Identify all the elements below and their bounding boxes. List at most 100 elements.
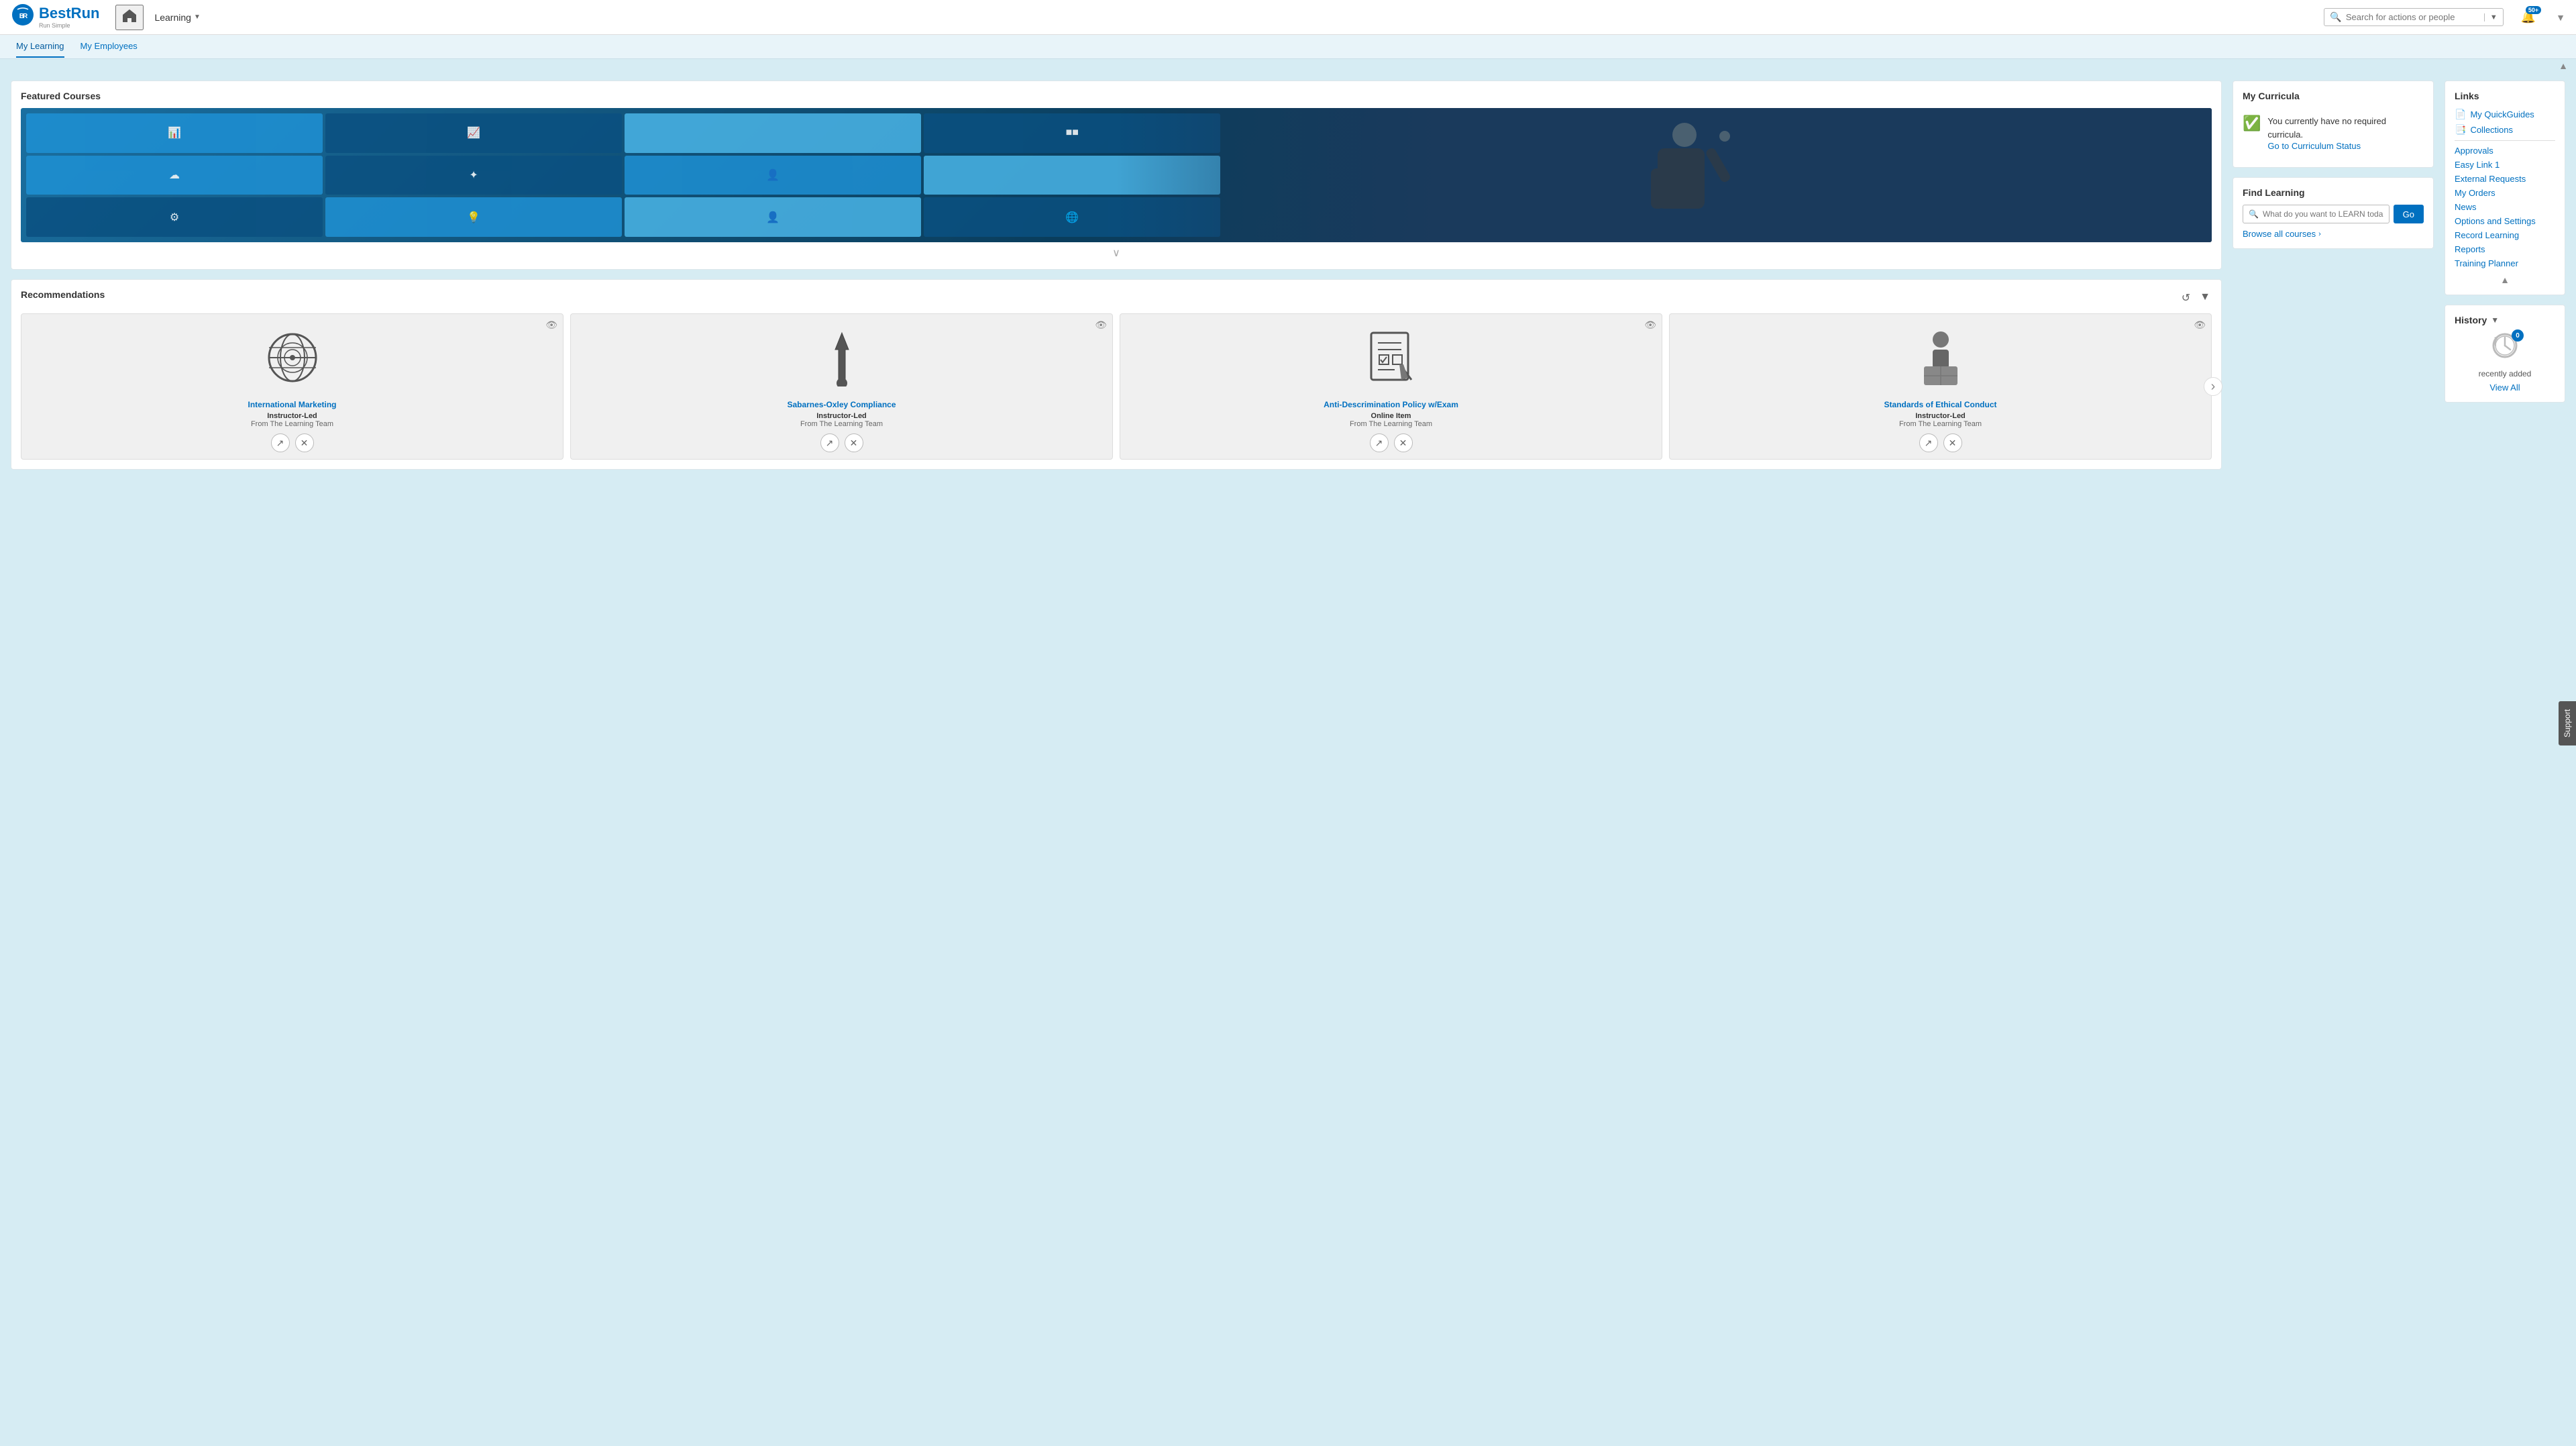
course-card-sarbanes: 👁 Sabarnes-Oxley Compliance Instructor-L… (570, 313, 1113, 460)
course-type-sarbanes: Instructor-Led (816, 412, 867, 420)
link-quickguides-label[interactable]: My QuickGuides (2470, 109, 2534, 119)
links-collapse-button[interactable]: ▲ (2455, 274, 2555, 285)
learning-nav[interactable]: Learning ▼ (154, 12, 200, 23)
browse-courses-label: Browse all courses (2243, 229, 2316, 239)
main-content: Featured Courses 📊 📈 ■■ ☁ ✦ 👤 ⚙ 💡 👤 🌐 (0, 72, 2576, 478)
link-reports[interactable]: Reports (2455, 242, 2555, 256)
history-view-all-link[interactable]: View All (2489, 382, 2520, 393)
course-remove-sarbanes[interactable]: ✕ (845, 433, 863, 452)
browse-courses-link[interactable]: Browse all courses › (2243, 229, 2424, 239)
history-icon-area: 0 (2491, 332, 2518, 365)
check-icon: ✅ (2243, 115, 2261, 132)
course-share-sarbanes[interactable]: ↗ (820, 433, 839, 452)
collections-icon: 📑 (2455, 124, 2466, 136)
nav-end-chevron[interactable]: ▼ (2556, 12, 2565, 23)
sub-navigation: My Learning My Employees (0, 35, 2576, 59)
search-input[interactable] (2346, 12, 2480, 22)
quickguides-icon: 📄 (2455, 109, 2466, 120)
course-remove-conduct[interactable]: ✕ (1943, 433, 1962, 452)
featured-tiles: 📊 📈 ■■ ☁ ✦ 👤 ⚙ 💡 👤 🌐 (21, 108, 1226, 242)
subnav-my-learning[interactable]: My Learning (16, 36, 64, 58)
courses-grid-wrapper: 👁 (21, 313, 2212, 460)
link-training-planner[interactable]: Training Planner (2455, 256, 2555, 270)
logo-subtitle: Run Simple (39, 22, 99, 29)
notifications-button[interactable]: 🔔 50+ (2514, 7, 2542, 27)
home-button[interactable] (115, 5, 144, 30)
notifications-badge: 50+ (2526, 6, 2541, 14)
course-actions-anti: ↗ ✕ (1370, 433, 1413, 452)
tile-1: 📊 (26, 113, 323, 153)
featured-courses-title: Featured Courses (21, 91, 2212, 101)
learning-nav-label: Learning (154, 12, 191, 23)
recommendations-title: Recommendations (21, 289, 105, 300)
course-title-conduct[interactable]: Standards of Ethical Conduct (1884, 400, 1996, 409)
search-icon: 🔍 (2330, 11, 2341, 23)
course-title-sarbanes[interactable]: Sabarnes-Oxley Compliance (787, 400, 896, 409)
tile-7: 👤 (625, 156, 921, 195)
search-dropdown-toggle[interactable]: ▼ (2484, 13, 2498, 21)
course-actions-sarbanes: ↗ ✕ (820, 433, 863, 452)
scroll-up-button[interactable]: ▲ (2559, 60, 2568, 71)
course-thumbnail-anti (1127, 321, 1655, 395)
right-panel: Links 📄 My QuickGuides 📑 Collections App… (2445, 81, 2565, 403)
course-thumbnail-intl (28, 321, 556, 395)
link-news[interactable]: News (2455, 200, 2555, 214)
curricula-title: My Curricula (2243, 91, 2424, 101)
links-divider (2455, 140, 2555, 141)
logo-icon: BR (11, 3, 35, 32)
link-my-orders[interactable]: My Orders (2455, 186, 2555, 200)
course-type-anti: Online Item (1371, 412, 1411, 420)
course-title-anti[interactable]: Anti-Descrimination Policy w/Exam (1324, 400, 1458, 409)
history-title: History (2455, 315, 2487, 325)
course-type-conduct: Instructor-Led (1915, 412, 1966, 420)
link-record-learning[interactable]: Record Learning (2455, 228, 2555, 242)
course-thumbnail-conduct (1676, 321, 2204, 395)
browse-chevron-icon: › (2318, 230, 2321, 238)
find-learning-go-button[interactable]: Go (2394, 205, 2424, 223)
course-eye-sarbanes[interactable]: 👁 (1095, 319, 1107, 331)
featured-chevron-down[interactable]: ∨ (21, 246, 2212, 260)
left-panel: Featured Courses 📊 📈 ■■ ☁ ✦ 👤 ⚙ 💡 👤 🌐 (11, 81, 2222, 470)
course-title-intl[interactable]: International Marketing (248, 400, 336, 409)
featured-person (1116, 108, 2212, 242)
course-remove-intl[interactable]: ✕ (295, 433, 314, 452)
course-eye-intl[interactable]: 👁 (545, 319, 557, 331)
recommendations-header: Recommendations ↺ ▼ (21, 289, 2212, 307)
link-collections-label[interactable]: Collections (2470, 125, 2513, 135)
link-approvals[interactable]: Approvals (2455, 144, 2555, 158)
history-chevron-icon: ▼ (2491, 315, 2499, 325)
link-options[interactable]: Options and Settings (2455, 214, 2555, 228)
course-card-anti: 👁 (1120, 313, 1662, 460)
link-ext-requests[interactable]: External Requests (2455, 172, 2555, 186)
history-header[interactable]: History ▼ (2455, 315, 2555, 325)
link-easylink[interactable]: Easy Link 1 (2455, 158, 2555, 172)
course-from-anti: From The Learning Team (1350, 420, 1432, 428)
history-recently-added-label: recently added (2479, 369, 2532, 378)
course-eye-anti[interactable]: 👁 (1644, 319, 1656, 331)
course-share-intl[interactable]: ↗ (271, 433, 290, 452)
scroll-bar: ▲ (0, 59, 2576, 72)
course-eye-conduct[interactable]: 👁 (2194, 319, 2206, 331)
tile-11: 👤 (625, 197, 921, 237)
search-bar[interactable]: 🔍 ▼ (2324, 8, 2503, 26)
curricula-link[interactable]: Go to Curriculum Status (2267, 141, 2424, 151)
links-card: Links 📄 My QuickGuides 📑 Collections App… (2445, 81, 2565, 295)
support-tab[interactable]: Support (2559, 701, 2576, 745)
course-from-intl: From The Learning Team (251, 420, 333, 428)
find-search-icon: 🔍 (2249, 209, 2259, 219)
my-curricula-card: My Curricula ✅ You currently have no req… (2233, 81, 2434, 168)
course-share-conduct[interactable]: ↗ (1919, 433, 1938, 452)
find-learning-search: 🔍 Go (2243, 205, 2424, 223)
link-collections: 📑 Collections (2455, 122, 2555, 138)
course-share-anti[interactable]: ↗ (1370, 433, 1389, 452)
tile-10: 💡 (325, 197, 622, 237)
subnav-my-employees[interactable]: My Employees (80, 36, 138, 58)
middle-panel: My Curricula ✅ You currently have no req… (2233, 81, 2434, 249)
find-learning-input[interactable] (2263, 209, 2383, 219)
course-remove-anti[interactable]: ✕ (1394, 433, 1413, 452)
find-learning-card: Find Learning 🔍 Go Browse all courses › (2233, 177, 2434, 249)
filter-button[interactable]: ▼ (2198, 290, 2212, 306)
courses-next-button[interactable]: › (2204, 377, 2222, 396)
logo-text: BestRun (39, 5, 99, 21)
refresh-button[interactable]: ↺ (2180, 290, 2192, 306)
